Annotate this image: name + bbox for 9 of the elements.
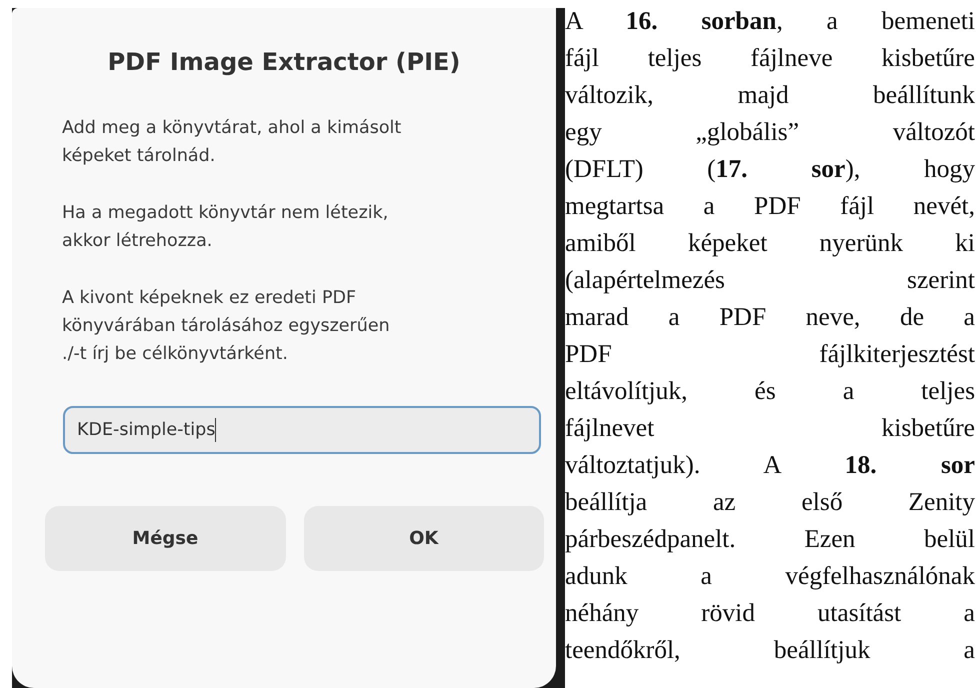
dialog-text: Add meg a könyvtárat, ahol a kimásolt képeket tárolnád.	[62, 117, 402, 168]
directory-input[interactable]: KDE-simple-tips	[63, 406, 541, 454]
dialog-text: Ha a megadott könyvtár nem létezik, akkor létrehozza.	[62, 202, 390, 253]
article-paragraph: A 16. sorban, a bemeneti fájl teljes fájlneve kisbetűre változik, majd beállítunk egy „globális” változót (DFLT) (17. sor), hogy megtartsa a PDF fájl nevét, amiből képeket nyerünk ki (alapértelmezés szerint marad a PDF neve, de a PDF fájlkiterjesztést eltávolítjuk, és a teljes fájlnevet kisbetűre változtatjuk). A 18. sor beállítja az első Zenity párbeszédpanelt. Ezen belül adunk a végfelhasználónak néhány rövid utasítást a teendőkről, beállítjuk a	[565, 5, 975, 666]
text-cursor-icon	[215, 418, 216, 442]
ok-button[interactable]: OK	[304, 506, 544, 571]
cancel-button[interactable]: Mégse	[45, 506, 286, 571]
dialog-text: A kivont képeknek ez eredeti PDF könyvárában tárolásához egyszerűen ./-t írj be célkönyvtárként.	[62, 287, 391, 366]
dialog-title: PDF Image Extractor (PIE)	[106, 47, 462, 78]
